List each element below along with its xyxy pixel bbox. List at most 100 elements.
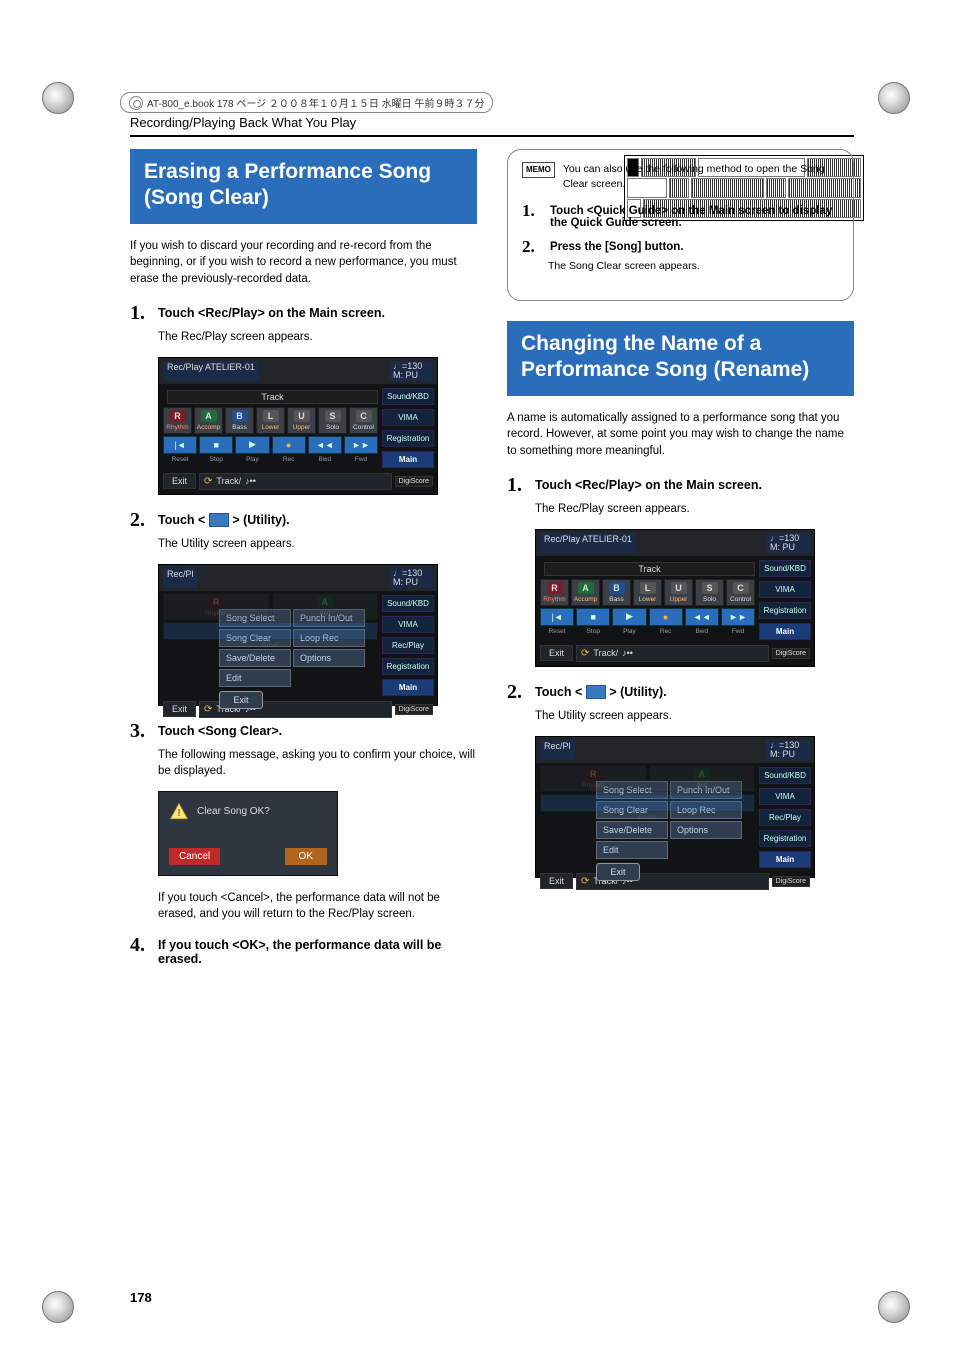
transport-stop[interactable]: ■ <box>199 436 233 454</box>
transport-fwd[interactable]: ►► <box>721 608 755 626</box>
side-button-main[interactable]: Main <box>382 679 434 696</box>
utility-option-savedelete[interactable]: Save/Delete <box>219 649 291 667</box>
step-title: Touch <Rec/Play> on the Main screen. <box>535 474 762 492</box>
utility-screenshot: Rec/Pl ♩=130 M: PU Song SelectPunch In/O… <box>535 736 815 878</box>
exit-button[interactable]: Exit <box>163 701 196 717</box>
side-button-vima[interactable]: VIMA <box>759 788 811 805</box>
step-title: Touch < > (Utility). <box>158 509 290 528</box>
pdf-header-meta: AT-800_e.book 178 ページ ２００８年１０月１５日 水曜日 午前… <box>120 92 493 113</box>
side-button-soundkbd[interactable]: Sound/KBD <box>759 767 811 784</box>
side-button-registration[interactable]: Registration <box>759 830 811 847</box>
utility-option-options[interactable]: Options <box>293 649 365 667</box>
step-1: 1. Touch <Rec/Play> on the Main screen. <box>507 474 854 497</box>
exit-button[interactable]: Exit <box>540 873 573 889</box>
step-body: The Rec/Play screen appears. <box>158 329 477 345</box>
side-button-registration[interactable]: Registration <box>382 430 434 447</box>
recplay-screenshot: Rec/Play ATELIER-01 ♩=130 M: PU Track RR… <box>158 357 438 495</box>
transport-rec[interactable]: ● <box>272 436 306 454</box>
track-button-lower[interactable]: LLower <box>633 579 662 606</box>
transport-stop[interactable]: ■ <box>576 608 610 626</box>
side-button-main[interactable]: Main <box>759 623 811 640</box>
track-buttons: RRhythmAAccompBBassLLowerUUpperSSoloCCon… <box>163 407 378 434</box>
track-panel-label: Track <box>167 390 378 404</box>
warning-icon: ! <box>169 802 189 822</box>
step-number: 2. <box>507 681 527 704</box>
header-meta-text: AT-800_e.book 178 ページ ２００８年１０月１５日 水曜日 午前… <box>147 95 484 110</box>
step-number: 4. <box>130 934 150 957</box>
track-button-solo[interactable]: SSolo <box>318 407 347 434</box>
track-button-rhythm[interactable]: RRhythm <box>540 579 569 606</box>
track-button-bass[interactable]: BBass <box>602 579 631 606</box>
transport-bwd[interactable]: ◄◄ <box>308 436 342 454</box>
utility-exit-button[interactable]: Exit <box>219 691 263 709</box>
ok-button[interactable]: OK <box>285 848 327 865</box>
side-button-recplay[interactable]: Rec/Play <box>759 809 811 826</box>
exit-button[interactable]: Exit <box>540 645 573 661</box>
track-button-accomp[interactable]: AAccomp <box>571 579 600 606</box>
track-button-rhythm[interactable]: RRhythm <box>163 407 192 434</box>
screenshot-title: Rec/Pl <box>163 568 198 588</box>
side-button-registration[interactable]: Registration <box>759 602 811 619</box>
utility-option-options[interactable]: Options <box>670 821 742 839</box>
side-button-main[interactable]: Main <box>382 451 434 468</box>
side-button-main[interactable]: Main <box>759 851 811 868</box>
utility-option-edit[interactable]: Edit <box>596 841 668 859</box>
utility-exit-button[interactable]: Exit <box>596 863 640 881</box>
step-3: 3. Touch <Song Clear>. <box>130 720 477 743</box>
utility-icon <box>209 513 229 527</box>
side-button-vima[interactable]: VIMA <box>382 616 434 633</box>
track-button-control[interactable]: CControl <box>349 407 378 434</box>
track-pill[interactable]: ⟳ Track/♪•• <box>199 473 392 490</box>
memo-label: MEMO <box>522 162 555 178</box>
track-panel-label: Track <box>544 562 755 576</box>
crop-ring <box>42 82 74 114</box>
cancel-button[interactable]: Cancel <box>169 848 220 865</box>
transport-reset[interactable]: |◄ <box>540 608 574 626</box>
transport-fwd[interactable]: ►► <box>344 436 378 454</box>
digiscore-badge[interactable]: DigiScore <box>395 704 433 715</box>
side-button-vima[interactable]: VIMA <box>759 581 811 598</box>
step-title: Touch < > (Utility). <box>535 681 667 700</box>
track-pill[interactable]: ⟳Track/♪•• <box>576 645 769 662</box>
track-button-solo[interactable]: SSolo <box>695 579 724 606</box>
screenshot-title: Rec/Pl <box>540 740 575 760</box>
transport-bwd[interactable]: ◄◄ <box>685 608 719 626</box>
transport-labels: ResetStopPlayRecBwdFwd <box>540 628 755 635</box>
exit-button[interactable]: Exit <box>163 473 196 489</box>
crop-ring <box>878 82 910 114</box>
crop-ring <box>878 1291 910 1323</box>
utility-option-edit[interactable]: Edit <box>219 669 291 687</box>
transport-play[interactable]: ▶ <box>235 436 269 454</box>
track-button-control[interactable]: CControl <box>726 579 755 606</box>
side-button-soundkbd[interactable]: Sound/KBD <box>759 560 811 577</box>
memo-box: MEMO You can also use the following meth… <box>507 149 854 301</box>
manual-page: AT-800_e.book 178 ページ ２００８年１０月１５日 水曜日 午前… <box>0 0 954 1351</box>
step-number: 1. <box>507 474 527 497</box>
track-button-accomp[interactable]: AAccomp <box>194 407 223 434</box>
transport-rec[interactable]: ● <box>649 608 683 626</box>
side-buttons: Sound/KBD VIMA Rec/Play Registration Main <box>382 591 437 699</box>
step-number: 2. <box>522 237 542 257</box>
side-button-soundkbd[interactable]: Sound/KBD <box>382 595 434 612</box>
transport-play[interactable]: ▶ <box>612 608 646 626</box>
two-column-layout: Erasing a Performance Song (Song Clear) … <box>130 149 854 970</box>
digiscore-badge[interactable]: DigiScore <box>395 476 433 487</box>
section-header: Recording/Playing Back What You Play <box>130 115 854 130</box>
side-button-registration[interactable]: Registration <box>382 658 434 675</box>
transport-reset[interactable]: |◄ <box>163 436 197 454</box>
right-column: MEMO You can also use the following meth… <box>507 149 854 970</box>
step-body: The Utility screen appears. <box>535 708 854 724</box>
side-buttons: Sound/KBD VIMA Registration Main <box>382 384 437 471</box>
side-button-vima[interactable]: VIMA <box>382 409 434 426</box>
digiscore-badge[interactable]: DigiScore <box>772 876 810 887</box>
track-button-lower[interactable]: LLower <box>256 407 285 434</box>
track-button-upper[interactable]: UUpper <box>287 407 316 434</box>
tempo-indicator: ♩=130 M: PU <box>389 568 433 588</box>
side-button-soundkbd[interactable]: Sound/KBD <box>382 388 434 405</box>
step-number: 1. <box>522 201 542 221</box>
track-button-upper[interactable]: UUpper <box>664 579 693 606</box>
digiscore-badge[interactable]: DigiScore <box>772 648 810 659</box>
side-button-recplay[interactable]: Rec/Play <box>382 637 434 654</box>
utility-option-savedelete[interactable]: Save/Delete <box>596 821 668 839</box>
track-button-bass[interactable]: BBass <box>225 407 254 434</box>
